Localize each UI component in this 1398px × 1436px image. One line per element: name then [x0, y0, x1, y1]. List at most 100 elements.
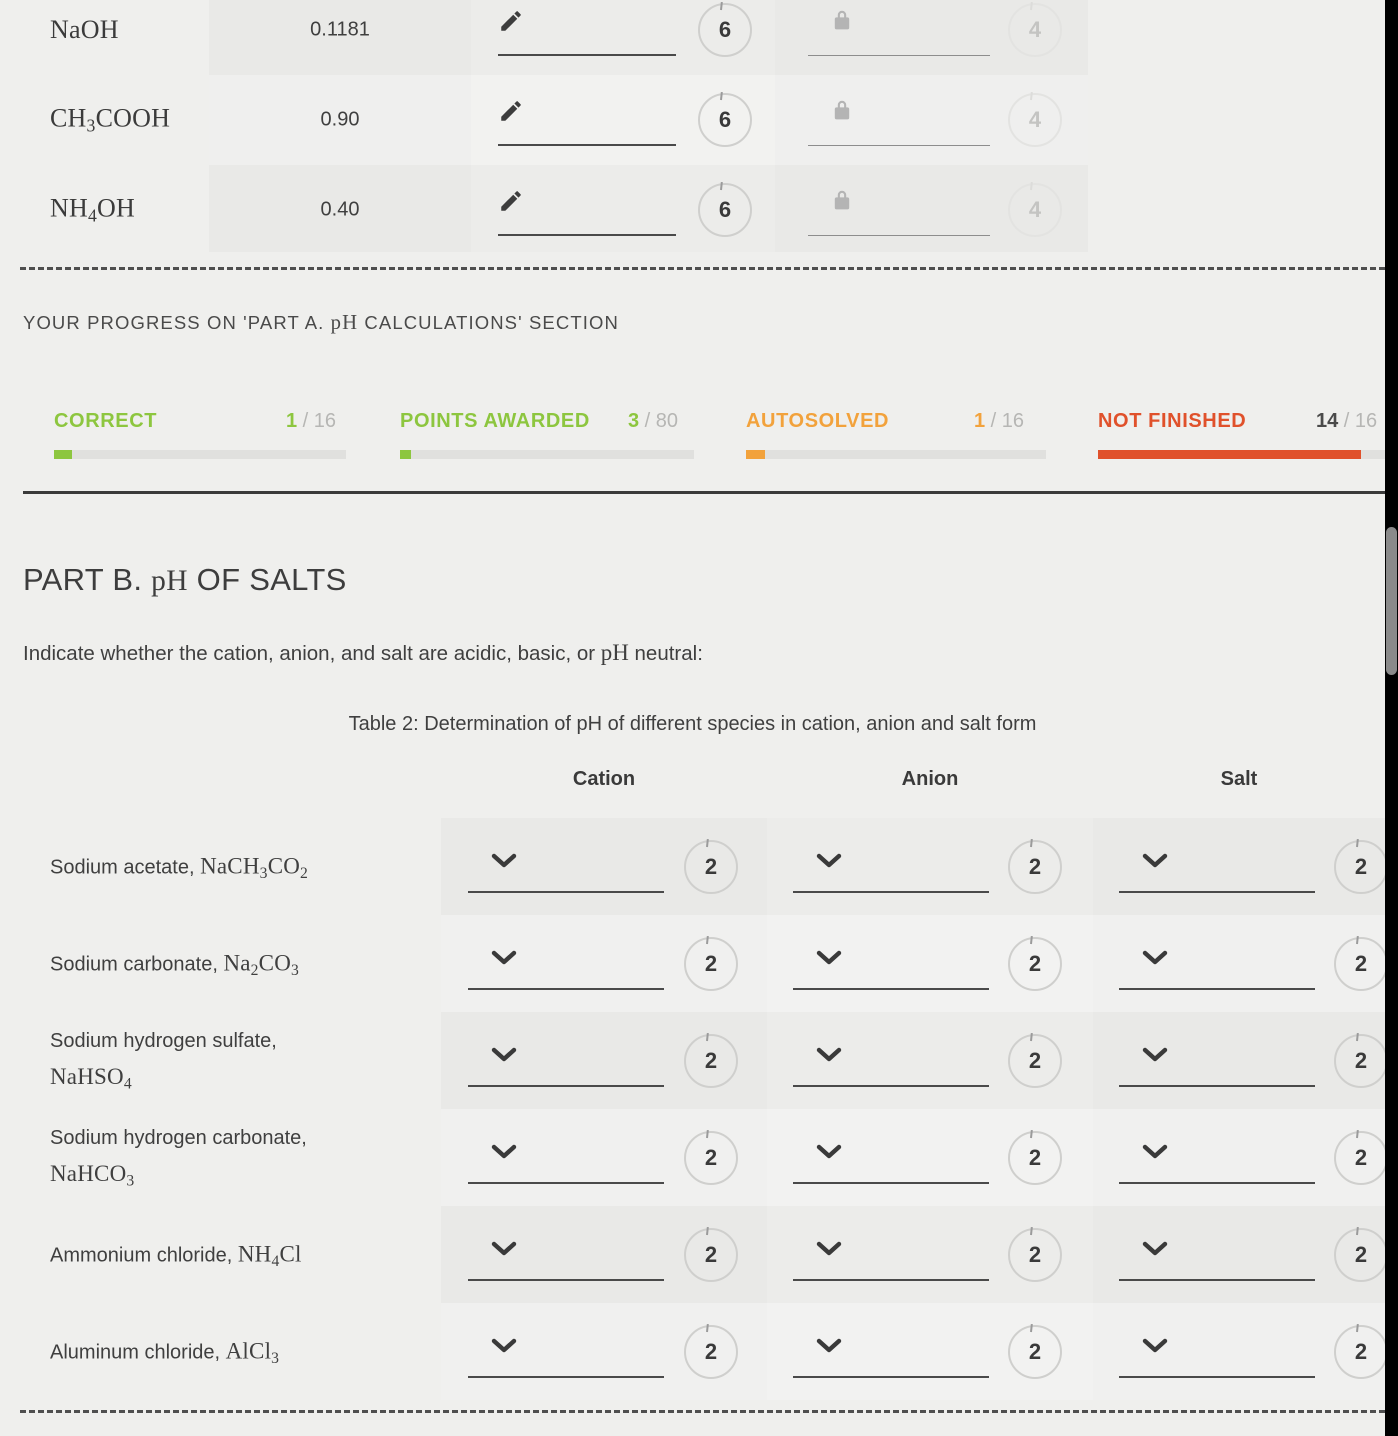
- chevron-down-icon[interactable]: [1141, 946, 1169, 968]
- chevron-down-icon[interactable]: [490, 849, 518, 871]
- table-1-answer-input[interactable]: [498, 94, 676, 146]
- table-2-dropdown[interactable]: [468, 938, 664, 990]
- vertical-scrollbar-track[interactable]: [1385, 0, 1398, 1436]
- progress-stat-group: AUTOSOLVED 1 / 16: [746, 410, 1046, 470]
- ring-value: 2: [1028, 950, 1042, 976]
- progress-stat-group: NOT FINISHED 14 / 16: [1098, 410, 1385, 470]
- table-2-dropdown[interactable]: [1119, 841, 1315, 893]
- table-2-dropdown[interactable]: [1119, 1326, 1315, 1378]
- dropdown-underline: [468, 890, 664, 893]
- dropdown-underline: [793, 1084, 989, 1087]
- ring-value: 2: [1028, 853, 1042, 879]
- table-2-points-badge[interactable]: 2: [1334, 1226, 1385, 1282]
- table-1-points-badge[interactable]: 6: [698, 181, 752, 237]
- table-1-points-badge[interactable]: 6: [698, 91, 752, 147]
- table-1-answer-input[interactable]: [498, 184, 676, 236]
- table-1-locked-points-badge[interactable]: 4: [1008, 181, 1062, 237]
- chevron-down-icon[interactable]: [490, 1237, 518, 1259]
- table-2-dropdown[interactable]: [793, 841, 989, 893]
- progress-total: 16: [313, 410, 337, 432]
- dropdown-underline: [1119, 1278, 1315, 1281]
- table-2-points-badge[interactable]: 2: [1008, 838, 1062, 894]
- progress-separator: /: [297, 410, 314, 432]
- table-1-points-badge[interactable]: 6: [698, 1, 752, 57]
- ring-value: 6: [718, 17, 732, 42]
- table-2-dropdown[interactable]: [793, 938, 989, 990]
- table-1-locked-points-badge[interactable]: 4: [1008, 91, 1062, 147]
- chevron-down-icon[interactable]: [815, 1140, 843, 1162]
- table-2-dropdown[interactable]: [468, 841, 664, 893]
- table-2-points-badge[interactable]: 2: [684, 1129, 738, 1185]
- table-2-dropdown[interactable]: [1119, 1229, 1315, 1281]
- table-2-points-badge[interactable]: 2: [684, 838, 738, 894]
- dropdown-underline: [468, 1084, 664, 1087]
- pencil-icon: [501, 101, 521, 121]
- dropdown-underline: [1119, 890, 1315, 893]
- table-2-points-badge[interactable]: 2: [684, 935, 738, 991]
- table-2-row: Sodium hydrogen carbonate, NaHCO3 2 2 2: [0, 1109, 1385, 1206]
- chevron-down-icon[interactable]: [1141, 1237, 1169, 1259]
- chevron-down-icon[interactable]: [815, 946, 843, 968]
- progress-separator: /: [985, 410, 1002, 432]
- progress-bar-track: [400, 450, 694, 459]
- chevron-down-icon[interactable]: [815, 1043, 843, 1065]
- table-2-dropdown[interactable]: [793, 1229, 989, 1281]
- table-2-dropdown[interactable]: [1119, 938, 1315, 990]
- ph-symbol: pH: [151, 565, 188, 597]
- pencil-icon: [501, 11, 521, 31]
- table-2-dropdown[interactable]: [1119, 1035, 1315, 1087]
- dropdown-underline: [468, 987, 664, 990]
- chevron-down-icon[interactable]: [815, 1334, 843, 1356]
- table-2-dropdown[interactable]: [793, 1132, 989, 1184]
- table-1-ph-calculations: NaOH 0.1181 6 4 CH3COOH 0.90 6 4 NH4OH 0.40 6 4: [0, 0, 1385, 252]
- table-2-dropdown[interactable]: [468, 1326, 664, 1378]
- table-2-points-badge[interactable]: 2: [1334, 838, 1385, 894]
- chevron-down-icon[interactable]: [815, 849, 843, 871]
- chevron-down-icon[interactable]: [815, 1237, 843, 1259]
- ring-value: 2: [1354, 1241, 1368, 1267]
- table-2-points-badge[interactable]: 2: [1008, 935, 1062, 991]
- chevron-down-icon[interactable]: [1141, 1140, 1169, 1162]
- progress-total: 16: [1354, 410, 1378, 432]
- chevron-down-icon[interactable]: [490, 1334, 518, 1356]
- table-1-answer-input[interactable]: [498, 4, 676, 56]
- table-2-dropdown[interactable]: [468, 1035, 664, 1087]
- chevron-down-icon[interactable]: [1141, 1043, 1169, 1065]
- vertical-scrollbar-thumb[interactable]: [1386, 527, 1397, 675]
- ring-value: 2: [1028, 1241, 1042, 1267]
- table-2-points-badge[interactable]: 2: [1008, 1032, 1062, 1088]
- chevron-down-icon[interactable]: [490, 946, 518, 968]
- chevron-down-icon[interactable]: [1141, 849, 1169, 871]
- table-2-points-badge[interactable]: 2: [1334, 1032, 1385, 1088]
- chevron-down-icon[interactable]: [1141, 1334, 1169, 1356]
- lock-icon: [834, 10, 850, 30]
- progress-stat-group: CORRECT 1 / 16: [54, 410, 346, 470]
- section-divider-bottom: [20, 1410, 1385, 1413]
- table-2-dropdown[interactable]: [793, 1035, 989, 1087]
- table-2-points-badge[interactable]: 2: [1334, 1323, 1385, 1379]
- table-2-points-badge[interactable]: 2: [1008, 1129, 1062, 1185]
- table-2-points-badge[interactable]: 2: [684, 1226, 738, 1282]
- table-2-points-badge[interactable]: 2: [1008, 1323, 1062, 1379]
- table-2-caption: Table 2: Determination of pH of differen…: [348, 713, 1037, 735]
- table-2-dropdown[interactable]: [1119, 1132, 1315, 1184]
- table-2-points-badge[interactable]: 2: [684, 1323, 738, 1379]
- dropdown-underline: [1119, 1084, 1315, 1087]
- input-underline-locked: [808, 55, 990, 56]
- chevron-down-icon[interactable]: [490, 1043, 518, 1065]
- section-divider-solid: [23, 491, 1385, 494]
- table-2-points-badge[interactable]: 2: [1008, 1226, 1062, 1282]
- ring-value: 2: [704, 1338, 718, 1364]
- chevron-down-icon[interactable]: [490, 1140, 518, 1162]
- dropdown-underline: [1119, 987, 1315, 990]
- table-2-points-badge[interactable]: 2: [1334, 935, 1385, 991]
- dropdown-underline: [793, 1278, 989, 1281]
- progress-bar-fill: [746, 450, 765, 459]
- table-2-dropdown[interactable]: [468, 1132, 664, 1184]
- table-2-dropdown[interactable]: [793, 1326, 989, 1378]
- ring-value: 2: [1354, 1047, 1368, 1073]
- table-2-dropdown[interactable]: [468, 1229, 664, 1281]
- table-2-points-badge[interactable]: 2: [1334, 1129, 1385, 1185]
- table-2-points-badge[interactable]: 2: [684, 1032, 738, 1088]
- table-1-locked-points-badge[interactable]: 4: [1008, 1, 1062, 57]
